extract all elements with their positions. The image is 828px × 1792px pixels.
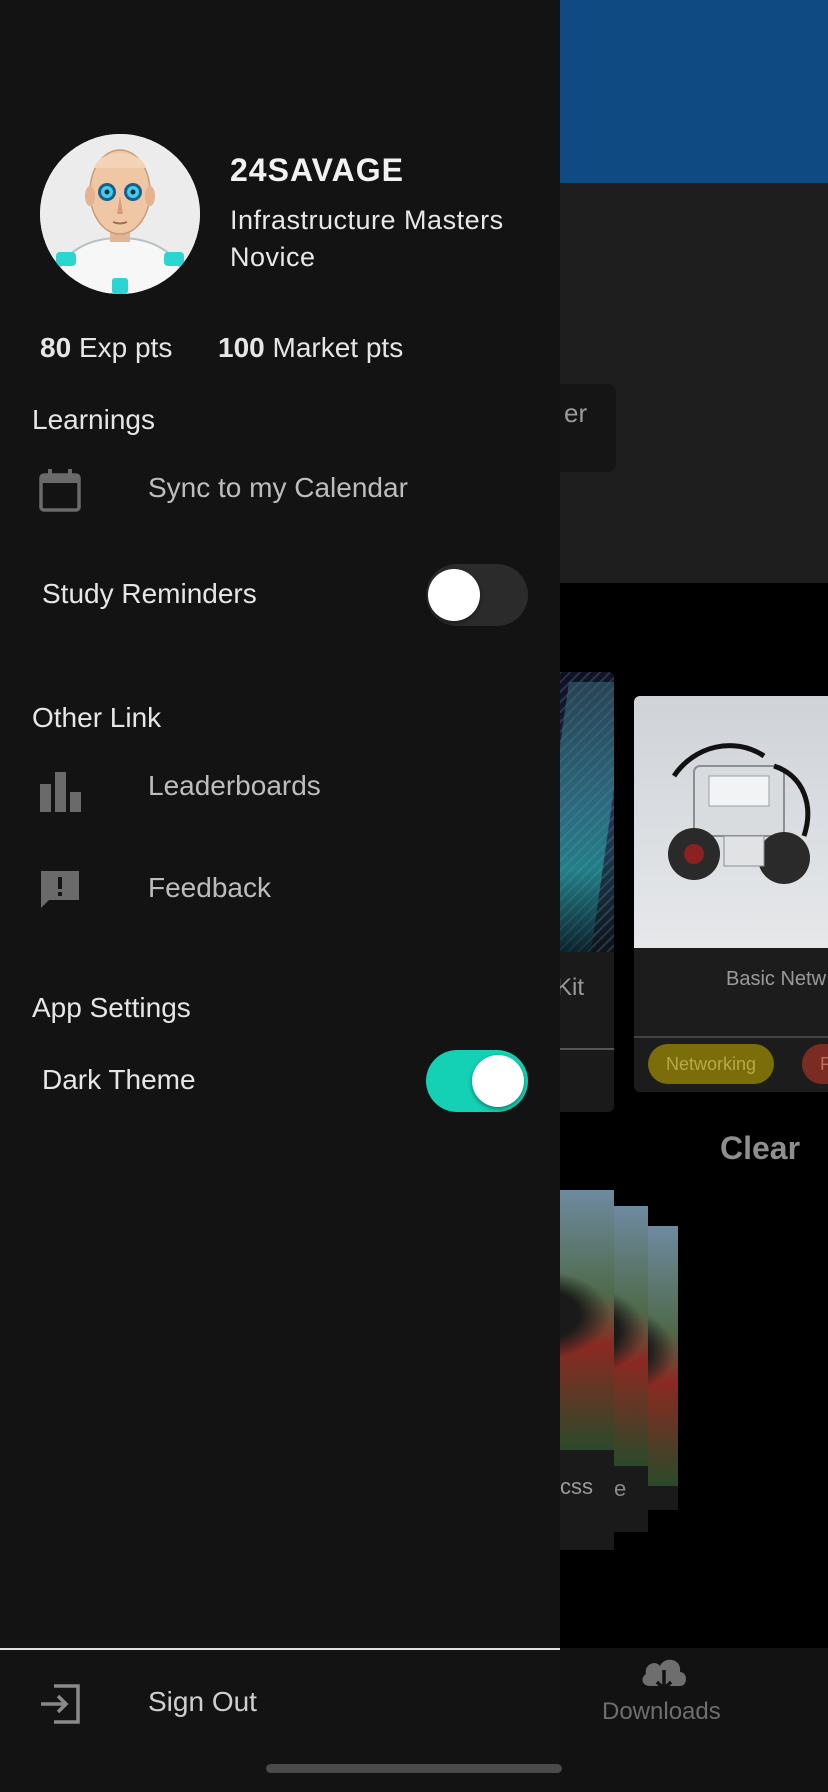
study-reminders-row: Study Reminders	[0, 560, 560, 630]
downloads-tab-label[interactable]: Downloads	[602, 1698, 721, 1726]
robot-image	[668, 743, 811, 884]
dark-theme-toggle[interactable]	[426, 1050, 528, 1112]
course-card-image	[634, 696, 828, 948]
feedback-item[interactable]: Feedback	[0, 850, 560, 930]
avatar[interactable]	[40, 134, 200, 294]
background-button-label: er	[564, 398, 588, 428]
calendar-icon	[39, 469, 81, 512]
clear-button[interactable]: Clear	[720, 1130, 800, 1167]
avatar-image	[40, 134, 200, 294]
tag-chip: P	[802, 1044, 828, 1084]
sync-calendar-label: Sync to my Calendar	[148, 472, 408, 503]
section-heading-app-settings: App Settings	[32, 992, 191, 1023]
navigation-drawer: 24SAVAGE Infrastructure Masters Novice 8…	[0, 0, 560, 1792]
toggle-knob	[472, 1055, 524, 1107]
leaderboard-icon	[40, 772, 81, 812]
section-heading-other-link: Other Link	[32, 702, 162, 733]
toggle-knob	[428, 569, 480, 621]
cloud-download-icon[interactable]	[638, 1652, 690, 1694]
divider	[0, 1648, 560, 1650]
profile-username: 24SAVAGE	[230, 152, 404, 188]
sign-out-label: Sign Out	[148, 1686, 257, 1717]
exp-points-unit: Exp pts	[78, 332, 173, 363]
course-card[interactable]: Basic Netw Networking P	[634, 696, 828, 1092]
exp-points: 80 Exp pts	[40, 332, 172, 364]
divider	[634, 1036, 828, 1038]
profile-rank-line: Novice	[230, 242, 316, 272]
course-card-title: css	[560, 1474, 593, 1499]
sign-out-button[interactable]: Sign Out	[0, 1664, 560, 1744]
study-reminders-label: Study Reminders	[42, 578, 257, 609]
feedback-icon	[41, 871, 79, 908]
course-card-title: Kit	[556, 974, 585, 1001]
profile-rank-line: Infrastructure Masters	[230, 205, 504, 235]
leaderboards-item[interactable]: Leaderboards	[0, 748, 560, 828]
sync-calendar-item[interactable]: Sync to my Calendar	[0, 450, 560, 530]
exp-points-value: 80	[40, 332, 72, 363]
home-indicator[interactable]	[266, 1764, 562, 1773]
feedback-label: Feedback	[148, 872, 271, 903]
profile-rank: Infrastructure Masters Novice	[230, 202, 550, 276]
dark-theme-label: Dark Theme	[42, 1064, 196, 1095]
section-heading-learnings: Learnings	[32, 404, 155, 435]
leaderboards-label: Leaderboards	[148, 770, 321, 801]
tag-chip: Networking	[648, 1044, 775, 1084]
market-points-value: 100	[218, 332, 265, 363]
study-reminders-toggle[interactable]	[426, 564, 528, 626]
market-points-unit: Market pts	[272, 332, 404, 363]
course-card-title: e	[614, 1476, 627, 1501]
market-points: 100 Market pts	[218, 332, 403, 364]
sign-out-icon	[41, 1684, 80, 1724]
dark-theme-row: Dark Theme	[0, 1046, 560, 1116]
course-card-title: Basic Netw	[726, 968, 827, 990]
